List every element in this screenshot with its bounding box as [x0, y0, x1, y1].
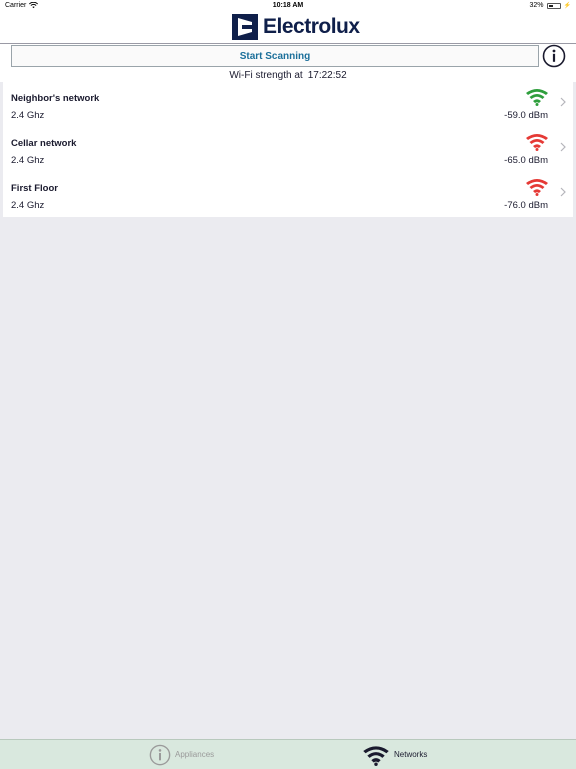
charging-icon: ⚡ [563, 3, 571, 9]
battery-percent: 32% [529, 2, 544, 9]
app-header: Electrolux [0, 12, 576, 44]
tab-bar: Appliances Networks [0, 739, 576, 769]
signal-strength: -59.0 dBm [504, 110, 548, 121]
brand-name: Electrolux [263, 15, 360, 38]
wifi-signal-icon [526, 134, 548, 151]
chevron-right-icon [560, 142, 566, 152]
electrolux-logo: Electrolux [232, 14, 360, 40]
network-band: 2.4 Ghz [11, 155, 45, 166]
electrolux-logo-icon [232, 14, 258, 40]
network-band: 2.4 Ghz [11, 200, 45, 211]
chevron-right-icon [560, 97, 566, 107]
chevron-right-icon [560, 187, 566, 197]
network-list: Neighbor's network 2.4 Ghz -59.0 dBm Cel… [3, 82, 573, 217]
signal-strength: -76.0 dBm [504, 200, 548, 211]
info-icon[interactable] [542, 44, 566, 68]
network-row[interactable]: First Floor 2.4 Ghz -76.0 dBm [3, 172, 573, 217]
scan-toolbar: Start Scanning Wi-Fi strength at 17:22:52 [0, 44, 576, 82]
info-icon [149, 744, 171, 765]
network-row[interactable]: Cellar network 2.4 Ghz -65.0 dBm [3, 127, 573, 172]
network-name: First Floor [11, 183, 58, 194]
network-band: 2.4 Ghz [11, 110, 45, 121]
battery-icon [546, 2, 561, 9]
wifi-signal-icon [526, 89, 548, 106]
tab-appliances[interactable]: Appliances [149, 742, 214, 767]
wifi-icon [363, 745, 389, 766]
tab-label: Networks [394, 750, 428, 759]
status-bar: Carrier 10:18 AM 32% ⚡ [0, 0, 576, 12]
clock: 10:18 AM [272, 2, 304, 9]
timestamp-time: 17:22:52 [307, 70, 347, 81]
battery-indicator: 32% ⚡ [530, 2, 572, 9]
tab-label: Appliances [175, 750, 215, 759]
start-scanning-button[interactable]: Start Scanning [11, 45, 539, 67]
network-row[interactable]: Neighbor's network 2.4 Ghz -59.0 dBm [3, 82, 573, 127]
network-name: Cellar network [11, 138, 77, 149]
scan-timestamp: Wi-Fi strength at 17:22:52 [0, 70, 576, 81]
wifi-signal-icon [526, 179, 548, 196]
network-name: Neighbor's network [11, 93, 100, 104]
signal-strength: -65.0 dBm [504, 155, 548, 166]
tab-networks[interactable]: Networks [362, 742, 427, 767]
timestamp-label: Wi-Fi strength at [229, 70, 303, 81]
